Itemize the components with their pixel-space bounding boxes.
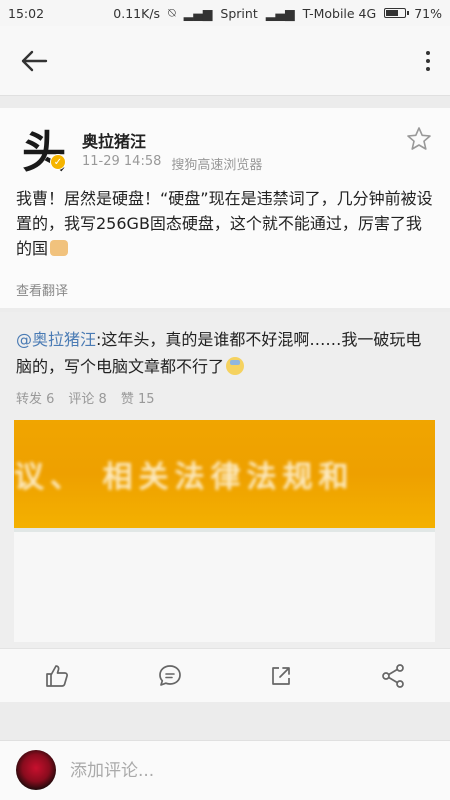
- translate-link[interactable]: 查看翻译: [16, 280, 68, 299]
- repost-block[interactable]: @奥拉猪汪:这年头，真的是谁都不好混啊……我一破玩电脑的，写个电脑文章都不行了 …: [0, 312, 450, 648]
- repost-image[interactable]: 议、 相关法律法规和: [14, 420, 435, 642]
- star-icon: [407, 127, 431, 150]
- action-bar: [0, 648, 450, 702]
- post-source: 搜狗高速浏览器: [171, 158, 263, 173]
- image-banner-text: 议、 相关法律法规和: [14, 460, 355, 495]
- repost-stats: 转发 6 评论 8 赞 15: [16, 388, 155, 407]
- battery-percent: 71%: [414, 5, 442, 21]
- dot-icon: [426, 67, 430, 71]
- status-bar: 15:02 0.11K/s ⍉ ▂▄▆ Sprint ▂▄▆ T-Mobile …: [0, 0, 450, 26]
- more-options-button[interactable]: [418, 44, 438, 78]
- signal-icon: ▂▄▆: [183, 5, 213, 21]
- post-card: 头 ✓ 奥拉猪汪 11-29 14:58 搜狗高速浏览器 我曹！居然是硬盘！“硬…: [0, 108, 450, 308]
- repost-count[interactable]: 转发 6: [16, 388, 54, 407]
- arrow-left-icon: [21, 50, 48, 72]
- mention-link[interactable]: @奥拉猪汪: [16, 330, 96, 349]
- repost-button[interactable]: [266, 661, 296, 691]
- dot-icon: [426, 51, 430, 55]
- comment-bar: [0, 740, 450, 800]
- signal-icon-2: ▂▄▆: [265, 5, 295, 21]
- back-button[interactable]: [14, 44, 54, 78]
- speech-bubble-icon: [159, 665, 181, 686]
- verified-badge-icon: ✓: [50, 154, 66, 170]
- comment-input[interactable]: [70, 755, 430, 787]
- like-button[interactable]: [42, 661, 72, 691]
- dot-icon: [426, 59, 430, 63]
- alarm-off-icon: ⍉: [168, 5, 176, 20]
- image-divider: [14, 528, 435, 532]
- like-count[interactable]: 赞 15: [121, 388, 155, 407]
- thumbs-up-icon: [46, 665, 68, 687]
- app-bar: [0, 26, 450, 96]
- network-speed: 0.11K/s: [113, 5, 161, 21]
- post-date: 11-29 14:58: [82, 154, 162, 169]
- post-meta: 11-29 14:58 搜狗高速浏览器: [82, 154, 262, 173]
- status-time: 15:02: [8, 5, 45, 21]
- post-body: 我曹！居然是硬盘！“硬盘”现在是违禁词了，几分钟前被设置的，我写256GB固态硬…: [16, 189, 433, 258]
- thumbs-up-emoji-icon: [50, 240, 69, 256]
- carrier-sprint: Sprint: [220, 5, 258, 21]
- favorite-button[interactable]: [406, 126, 432, 152]
- comment-count[interactable]: 评论 8: [68, 388, 106, 407]
- share-button[interactable]: [378, 661, 408, 691]
- post-text: 我曹！居然是硬盘！“硬盘”现在是违禁词了，几分钟前被设置的，我写256GB固态硬…: [16, 186, 436, 261]
- share-nodes-icon: [382, 664, 404, 688]
- sweat-face-emoji-icon: [226, 357, 245, 375]
- repost-text: @奥拉猪汪:这年头，真的是谁都不好混啊……我一破玩电脑的，写个电脑文章都不行了: [16, 326, 436, 380]
- comment-button[interactable]: [155, 661, 185, 691]
- carrier-tmobile: T-Mobile 4G: [302, 5, 377, 21]
- user-avatar[interactable]: [16, 750, 56, 790]
- post-username[interactable]: 奥拉猪汪: [82, 128, 146, 152]
- arrow-out-box-icon: [272, 667, 290, 685]
- avatar-logo: 头: [22, 127, 66, 178]
- battery-icon: [384, 8, 410, 18]
